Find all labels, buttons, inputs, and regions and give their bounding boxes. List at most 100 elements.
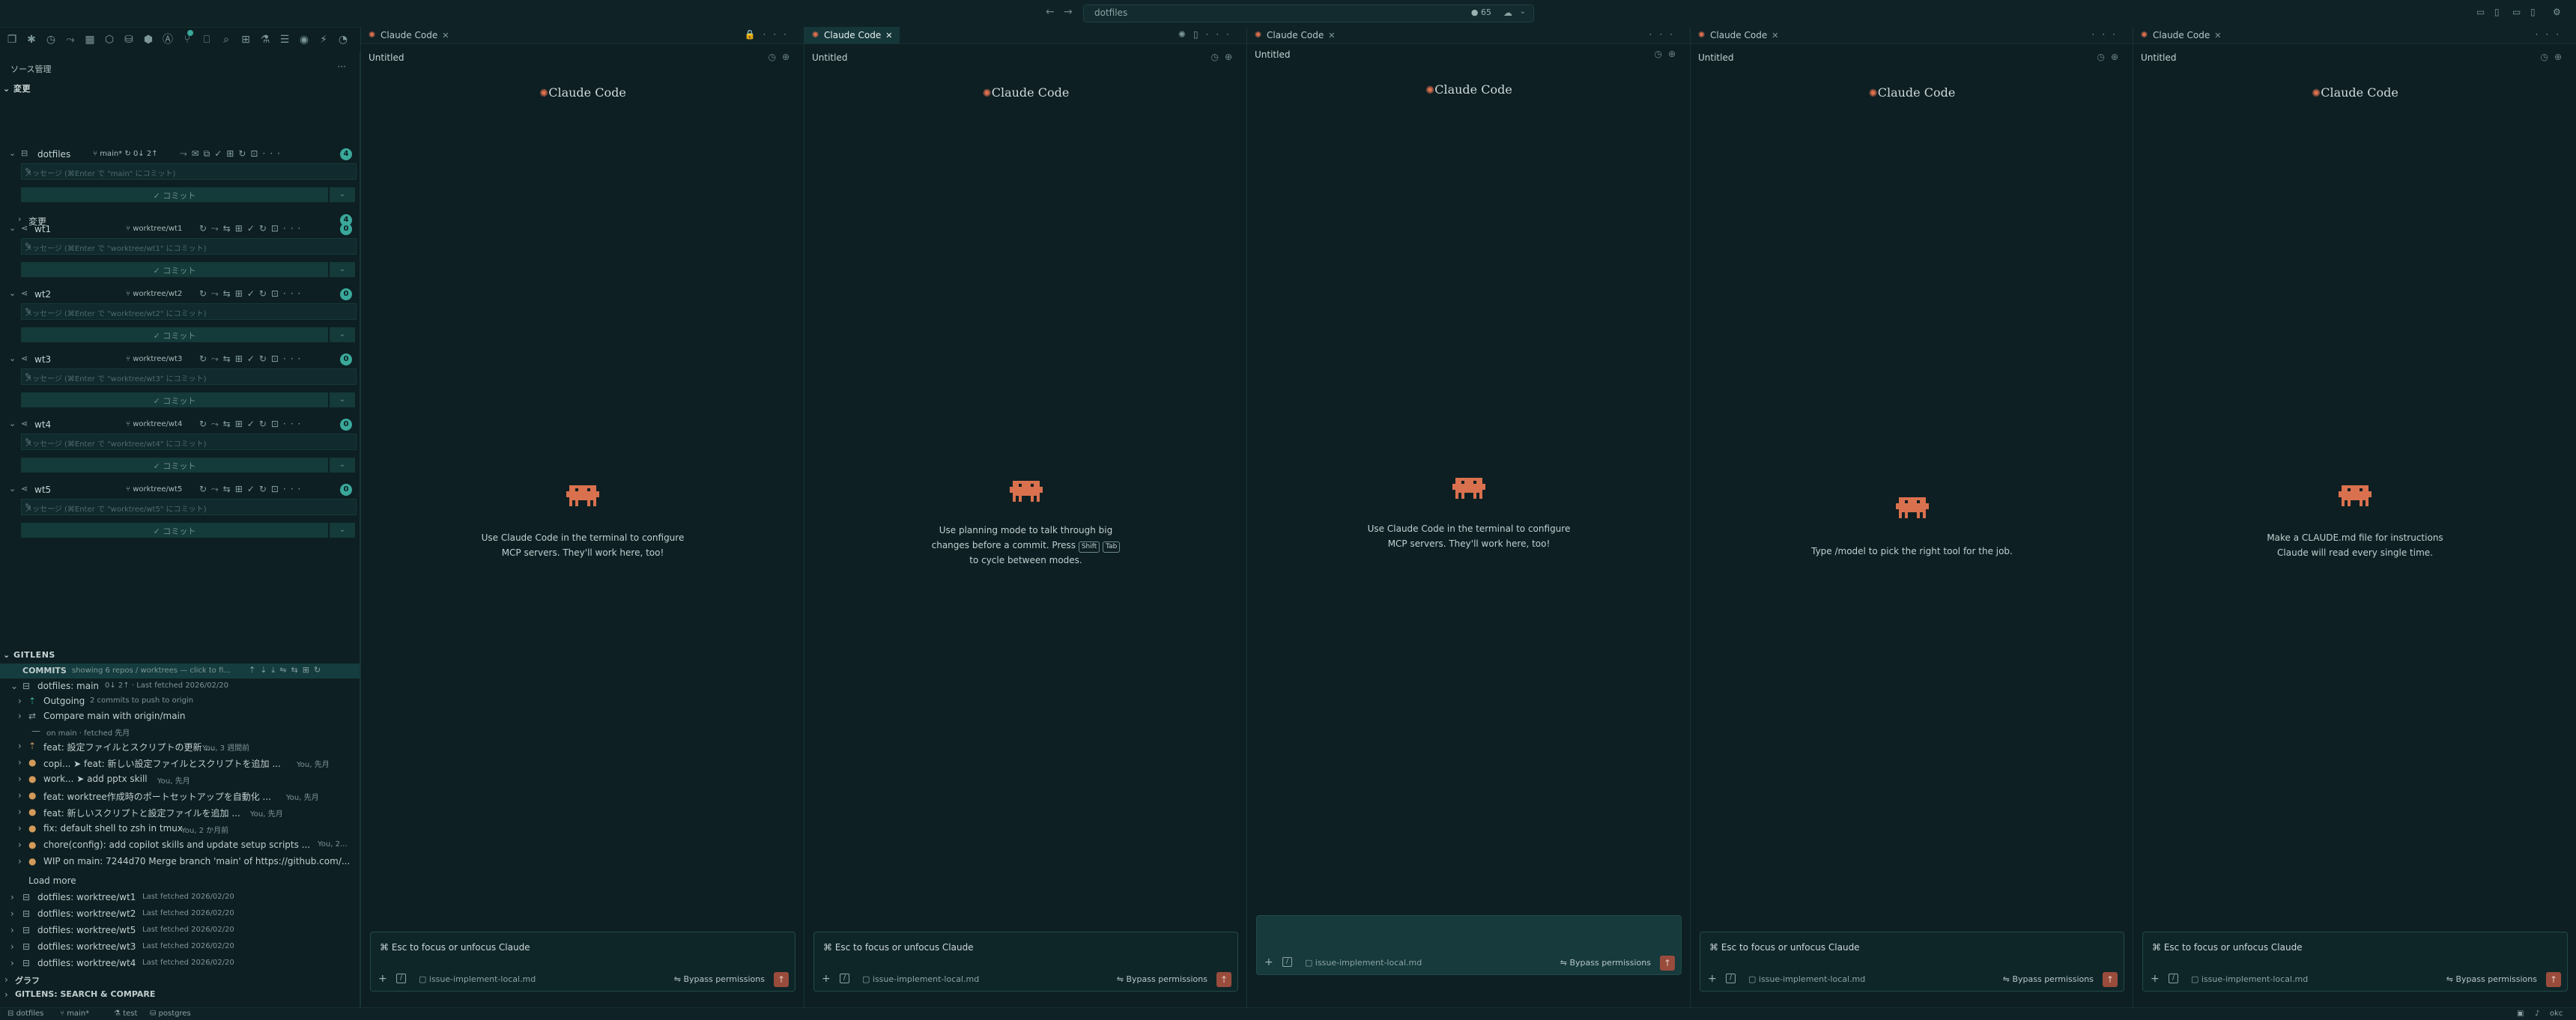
- slash-command-icon[interactable]: /: [396, 974, 406, 983]
- slash-command-icon[interactable]: /: [1726, 974, 1736, 983]
- send-button[interactable]: ↑: [2546, 972, 2561, 987]
- bypass-permissions-toggle[interactable]: ⇋ Bypass permissions: [2446, 974, 2537, 984]
- status-db[interactable]: ⛁ postgres: [150, 1010, 191, 1018]
- send-button[interactable]: ↑: [2103, 972, 2118, 987]
- command-center[interactable]: dotfiles ● 65 ☁ ⌄: [1083, 4, 1534, 22]
- tab-actions[interactable]: ···: [1649, 29, 1680, 40]
- prompt-input[interactable]: ⌘ Esc to focus or unfocus Claude + / ▢ i…: [2142, 932, 2568, 992]
- tab-claude-code[interactable]: ✺ Claude Code ✕: [2133, 27, 2228, 43]
- forward-arrow-icon[interactable]: →: [1064, 6, 1073, 18]
- repo-row[interactable]: ⌄ ⋖ wt1 ⑂ worktree/wt1 ↻⤳⇆⊞✓↻⊡··· 0: [0, 222, 360, 237]
- bookmark-icon[interactable]: ⎕: [201, 34, 213, 46]
- back-arrow-icon[interactable]: ←: [1046, 6, 1055, 18]
- worktree-row[interactable]: › ⊟ dotfiles: worktree/wt4 Last fetched …: [0, 956, 360, 971]
- prompt-input[interactable]: ⌘ Esc to focus or unfocus Claude + / ▢ i…: [1700, 932, 2124, 992]
- commit-button[interactable]: ✓ コミット: [21, 392, 328, 407]
- sparkle-icon[interactable]: ✎: [25, 437, 350, 446]
- repo-toolbar-icons[interactable]: ↻⤳⇆⊞✓↻⊡···: [199, 484, 305, 495]
- sparkle-icon[interactable]: ✎: [25, 241, 350, 251]
- status-bell-icon[interactable]: ♪: [2535, 1010, 2539, 1018]
- tab-claude-code[interactable]: ✺ Claude Code ✕: [1691, 27, 1786, 43]
- close-icon[interactable]: ✕: [885, 31, 892, 40]
- slash-command-icon[interactable]: /: [1282, 957, 1292, 967]
- git-graph-icon[interactable]: ⤳: [64, 34, 76, 46]
- worktree-row[interactable]: › ⊟ dotfiles: worktree/wt1 Last fetched …: [0, 890, 360, 905]
- status-remote-icon[interactable]: ▣: [2517, 1010, 2524, 1018]
- session-header-icons[interactable]: ◷⊕: [1654, 49, 1682, 59]
- commit-row[interactable]: › ● copi... ➤ feat: 新しい設定ファイルとスクリプトを追加 .…: [0, 755, 360, 770]
- commit-row[interactable]: › ● WIP on main: 7244d70 Merge branch 'm…: [0, 854, 360, 869]
- load-more-row[interactable]: Load more: [0, 873, 360, 888]
- test-flask-icon[interactable]: ⚗: [259, 34, 271, 46]
- worktree-row[interactable]: › ⊟ dotfiles: worktree/wt5 Last fetched …: [0, 923, 360, 938]
- slash-command-icon[interactable]: /: [2169, 974, 2178, 983]
- status-branch[interactable]: ⑂ main*: [60, 1010, 89, 1018]
- commit-dropdown-button[interactable]: ⌄: [330, 458, 355, 473]
- explorer-icon[interactable]: ❐: [6, 34, 18, 46]
- attached-file[interactable]: ▢ issue-implement-local.md: [862, 974, 979, 984]
- branch-label[interactable]: ⑂ worktree/wt5: [126, 485, 182, 494]
- repo-toolbar-icons[interactable]: ↻⤳⇆⊞✓↻⊡···: [199, 223, 305, 234]
- branch-label[interactable]: ⑂ worktree/wt1: [126, 225, 182, 233]
- extensions-icon[interactable]: ▦: [84, 34, 96, 46]
- debug-icon[interactable]: ✱: [25, 34, 37, 46]
- commit-row[interactable]: › ● feat: worktree作成時のポートセットアップを自動化 ... …: [0, 788, 360, 803]
- copilot-badge[interactable]: ● 65: [1471, 7, 1491, 17]
- prompt-input[interactable]: ⌘ Esc to focus or unfocus Claude + / ▢ i…: [813, 932, 1238, 992]
- slash-command-icon[interactable]: /: [840, 974, 849, 983]
- session-header-icons[interactable]: ◷⊕: [2540, 52, 2568, 62]
- attached-file[interactable]: ▢ issue-implement-local.md: [2191, 974, 2308, 984]
- close-icon[interactable]: ✕: [2214, 31, 2221, 40]
- commit-dropdown-button[interactable]: ⌄: [330, 327, 355, 342]
- commit-dropdown-button[interactable]: ⌄: [330, 262, 355, 277]
- commit-dropdown-button[interactable]: ⌄: [330, 392, 355, 407]
- close-icon[interactable]: ✕: [1328, 31, 1335, 40]
- branch-label[interactable]: ⑂ worktree/wt4: [126, 420, 182, 428]
- tab-actions[interactable]: 🔒···: [745, 29, 794, 40]
- repo-row[interactable]: ⌄ ⋖ wt2 ⑂ worktree/wt2 ↻⤳⇆⊞✓↻⊡··· 0: [0, 287, 360, 302]
- tab-claude-code[interactable]: ✺ Claude Code ✕: [804, 27, 900, 43]
- send-button[interactable]: ↑: [1216, 972, 1231, 987]
- toggle-panel-icon[interactable]: ▭: [2512, 7, 2521, 17]
- tab-actions[interactable]: ✺▯···: [1178, 29, 1237, 40]
- status-repo[interactable]: ⊟ dotfiles: [7, 1010, 43, 1018]
- close-icon[interactable]: ✕: [442, 31, 449, 40]
- worktree-row[interactable]: › ⊟ dotfiles: worktree/wt2 Last fetched …: [0, 906, 360, 921]
- search-compare-row[interactable]: › GITLENS: SEARCH & COMPARE: [0, 987, 360, 1002]
- attached-file[interactable]: ▢ issue-implement-local.md: [419, 974, 536, 984]
- repo-toolbar-icons[interactable]: ↻⤳⇆⊞✓↻⊡···: [199, 419, 305, 430]
- status-test[interactable]: ⚗ test: [114, 1010, 137, 1018]
- commit-message-input[interactable]: メッセージ (⌘Enter で "worktree/wt1" にコミット) ✎: [21, 238, 357, 255]
- sparkle-icon[interactable]: ✎: [25, 166, 350, 176]
- attached-file[interactable]: ▢ issue-implement-local.md: [1305, 958, 1422, 968]
- add-icon[interactable]: +: [1264, 956, 1273, 968]
- branch-label[interactable]: ⑂ worktree/wt2: [126, 290, 182, 298]
- send-button[interactable]: ↑: [774, 972, 789, 987]
- github-icon[interactable]: ◉: [298, 34, 310, 46]
- changes-section-header[interactable]: ⌄ 変更: [3, 82, 31, 94]
- tab-actions[interactable]: ···: [2536, 29, 2566, 40]
- repo-row[interactable]: ⌄ ⋖ wt3 ⑂ worktree/wt3 ↻⤳⇆⊞✓↻⊡··· 0: [0, 352, 360, 367]
- bypass-permissions-toggle[interactable]: ⇋ Bypass permissions: [1560, 958, 1651, 968]
- remote-icon[interactable]: ◷: [45, 34, 57, 46]
- commit-button[interactable]: ✓ コミット: [21, 262, 328, 277]
- close-icon[interactable]: ✕: [1772, 31, 1778, 40]
- commit-button[interactable]: ✓ コミット: [21, 458, 328, 473]
- more-actions-icon[interactable]: ···: [338, 61, 346, 72]
- branch-label[interactable]: ⑂ main* ↻ 0↓ 2↑: [93, 150, 158, 158]
- graph-row[interactable]: › グラフ: [0, 972, 360, 987]
- sparkle-icon[interactable]: ✎: [25, 371, 350, 381]
- accounts-icon[interactable]: Ⓐ: [162, 34, 174, 46]
- toggle-sidebar-icon[interactable]: ▯: [2494, 7, 2500, 17]
- commit-message-input[interactable]: メッセージ (⌘Enter で "worktree/wt4" にコミット) ✎: [21, 434, 357, 450]
- status-right[interactable]: okc: [2550, 1010, 2563, 1018]
- branch-label[interactable]: ⑂ worktree/wt3: [126, 355, 182, 363]
- search-icon[interactable]: ⌕: [220, 34, 232, 46]
- repo-row[interactable]: ⌄ ⊟ dotfiles ⑂ main* ↻ 0↓ 2↑ ⤳✉⧉✓⊞↻⊡··· …: [0, 147, 360, 162]
- repo-row[interactable]: ⌄ ⋖ wt4 ⑂ worktree/wt4 ↻⤳⇆⊞✓↻⊡··· 0: [0, 417, 360, 432]
- commit-message-input[interactable]: メッセージ (⌘Enter で "worktree/wt5" にコミット) ✎: [21, 499, 357, 515]
- database-icon[interactable]: ⛁: [123, 34, 135, 46]
- grid-icon[interactable]: ⊞: [240, 34, 252, 46]
- bypass-permissions-toggle[interactable]: ⇋ Bypass permissions: [1117, 974, 1207, 984]
- commit-button[interactable]: ✓ コミット: [21, 327, 328, 342]
